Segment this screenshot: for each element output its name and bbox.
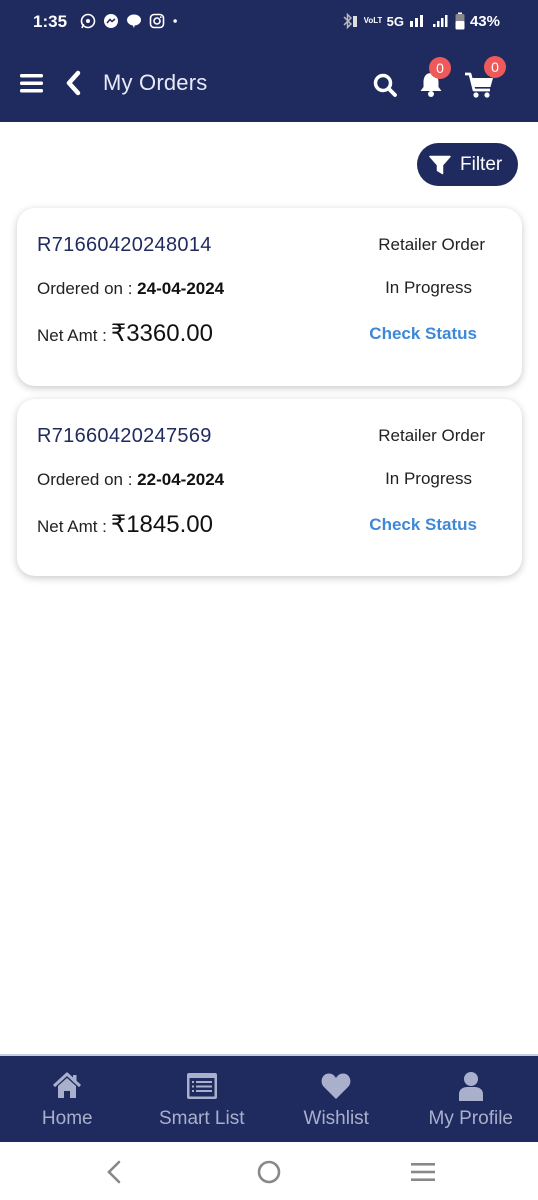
- filter-icon: [429, 155, 451, 174]
- cart-badge: 0: [484, 56, 506, 78]
- nav-label-home: Home: [41, 1108, 93, 1129]
- ordered-on-label: Ordered on :: [37, 279, 138, 298]
- net-amount: ₹3360.00: [110, 320, 213, 347]
- status-time: 1:35: [33, 12, 68, 31]
- volte-label: VoLTE1: [363, 17, 382, 25]
- net-amount-row: Net Amt : ₹1845.00: [37, 510, 213, 539]
- order-card[interactable]: R71660420248014 Ordered on : 24-04-2024 …: [17, 208, 522, 386]
- net-amount-row: Net Amt : ₹3360.00: [37, 319, 213, 348]
- list-icon: [186, 1073, 217, 1099]
- bottom-navigation: Home Smart List Wishlist My Profile: [0, 1054, 538, 1142]
- filter-label: Filter: [460, 153, 503, 175]
- order-id[interactable]: R71660420247569: [37, 425, 212, 448]
- search-icon[interactable]: [372, 72, 398, 98]
- order-status: In Progress: [385, 278, 472, 297]
- orders-content: Filter R71660420248014 Ordered on : 24-0…: [0, 122, 538, 1054]
- signal-icon: [409, 15, 423, 27]
- order-date: 24-04-2024: [137, 279, 225, 298]
- order-date: 22-04-2024: [137, 470, 225, 489]
- ordered-on-label: Ordered on :: [37, 470, 138, 489]
- system-indicators: VoLTE1 5G 43%: [341, 12, 500, 30]
- more-dot-icon: [173, 19, 177, 23]
- notifications-button[interactable]: 0: [417, 57, 451, 98]
- nav-item-home[interactable]: Home: [0, 1056, 135, 1142]
- nav-item-smart-list[interactable]: Smart List: [135, 1056, 270, 1142]
- cart-button[interactable]: 0: [464, 56, 506, 100]
- status-bar: 1:35 VoLTE1 5G 43%: [0, 0, 538, 46]
- whatsapp-icon: [80, 13, 96, 29]
- system-back-icon[interactable]: [104, 1159, 124, 1185]
- net-amount: ₹1845.00: [110, 511, 213, 538]
- messenger-icon: [104, 14, 118, 28]
- nav-label-smart-list: Smart List: [158, 1108, 245, 1129]
- system-recents-icon[interactable]: [410, 1162, 436, 1182]
- battery-percent: 43%: [469, 12, 500, 30]
- menu-icon[interactable]: [20, 74, 43, 93]
- back-arrow-icon[interactable]: [64, 70, 82, 96]
- order-type: Retailer Order: [378, 235, 485, 254]
- battery-icon: [455, 12, 465, 30]
- page-title: My Orders: [103, 70, 208, 95]
- order-id[interactable]: R71660420248014: [37, 234, 212, 257]
- nav-item-my-profile[interactable]: My Profile: [404, 1056, 538, 1142]
- app-bar: My Orders 0 0: [0, 46, 538, 122]
- net-amount-label: Net Amt :: [37, 517, 107, 536]
- instagram-icon: [149, 13, 165, 29]
- nav-label-my-profile: My Profile: [428, 1108, 513, 1129]
- order-status: In Progress: [385, 469, 472, 488]
- user-icon: [458, 1072, 483, 1101]
- home-icon: [53, 1072, 82, 1098]
- nav-item-wishlist[interactable]: Wishlist: [269, 1056, 404, 1142]
- check-status-link[interactable]: Check Status: [369, 515, 477, 535]
- net-amount-label: Net Amt :: [37, 326, 107, 345]
- nav-label-wishlist: Wishlist: [303, 1108, 369, 1129]
- order-card[interactable]: R71660420247569 Ordered on : 22-04-2024 …: [17, 399, 522, 576]
- order-type: Retailer Order: [378, 426, 485, 445]
- system-navigation-bar: [0, 1142, 538, 1200]
- chat-icon: [127, 14, 141, 28]
- order-date-row: Ordered on : 22-04-2024: [37, 470, 224, 490]
- filter-button[interactable]: Filter: [417, 143, 518, 186]
- system-home-icon[interactable]: [257, 1160, 281, 1184]
- heart-icon: [321, 1073, 351, 1099]
- notification-badge: 0: [429, 57, 451, 79]
- network-5g-label: 5G: [386, 13, 404, 29]
- signal-icon-2: [432, 15, 448, 27]
- order-date-row: Ordered on : 24-04-2024: [37, 279, 224, 299]
- check-status-link[interactable]: Check Status: [369, 324, 477, 344]
- bluetooth-icon: [343, 12, 357, 30]
- notification-icons: [80, 13, 182, 29]
